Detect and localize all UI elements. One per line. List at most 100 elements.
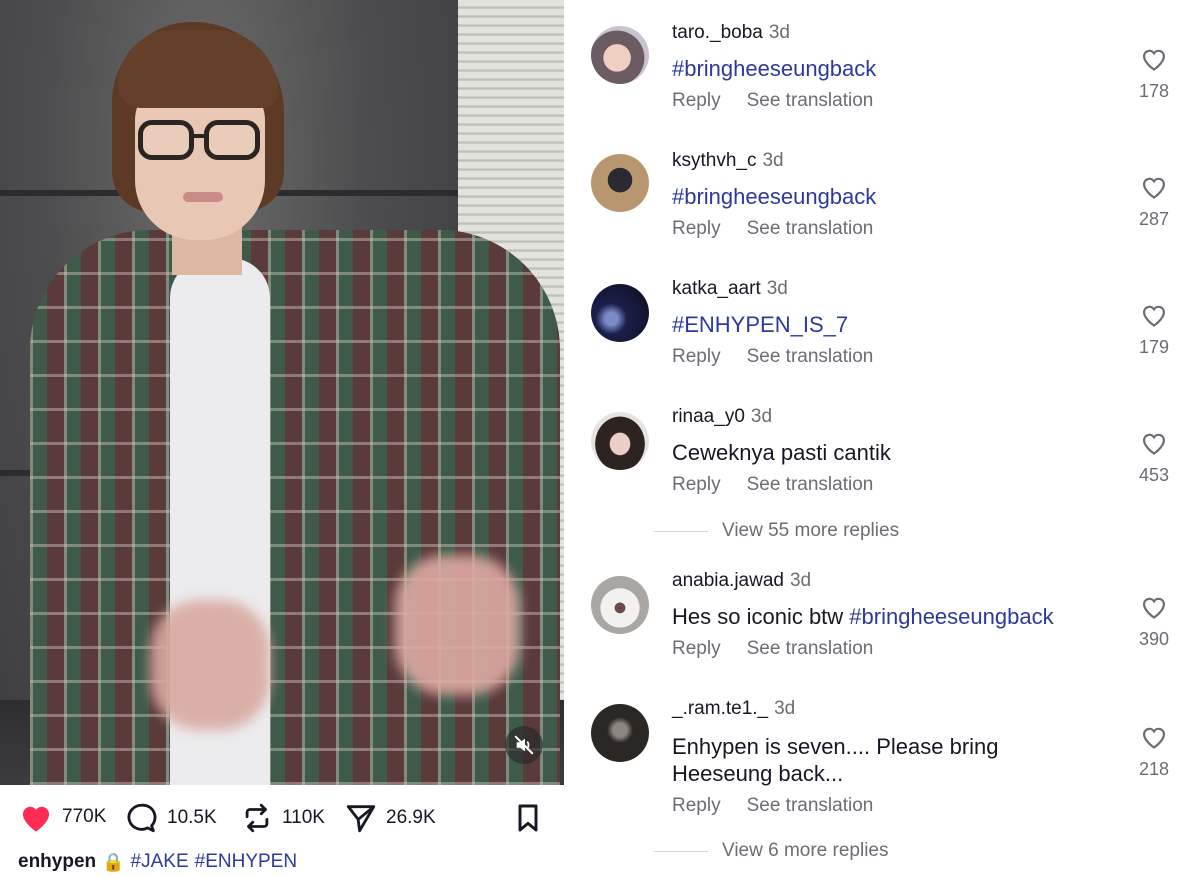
- comment-username[interactable]: _.ram.te1._: [672, 698, 768, 719]
- comment-text-line: Heeseung back...: [672, 761, 844, 786]
- comment-text-line: Enhypen is seven.... Please bring: [672, 734, 999, 759]
- comment-meta: Reply See translation: [672, 90, 873, 112]
- comment-like-button[interactable]: 287: [1124, 174, 1184, 230]
- mute-button[interactable]: [505, 726, 543, 764]
- see-translation-button[interactable]: See translation: [747, 218, 874, 239]
- heart-outline-icon: [1142, 433, 1166, 455]
- comment-meta: Reply See translation: [672, 638, 873, 660]
- speaker-muted-icon: [514, 735, 534, 755]
- view-more-replies[interactable]: View 6 more replies: [654, 840, 889, 862]
- comment-username-row: _.ram.te1._ 3d: [672, 698, 795, 720]
- bookmark-button[interactable]: [512, 801, 544, 835]
- comment-time: 3d: [750, 406, 773, 427]
- divider-line: [654, 850, 708, 852]
- comment-hashtag[interactable]: #bringheeseungback: [849, 604, 1053, 629]
- comment-like-count: 179: [1138, 337, 1170, 357]
- reply-button[interactable]: Reply: [672, 218, 721, 239]
- comment-hashtag[interactable]: #ENHYPEN_IS_7: [672, 312, 848, 337]
- comment-meta: Reply See translation: [672, 795, 873, 817]
- see-translation-button[interactable]: See translation: [747, 795, 874, 816]
- heart-outline-icon: [1142, 305, 1166, 327]
- comment-hashtag[interactable]: #bringheeseungback: [672, 184, 876, 209]
- reply-button[interactable]: Reply: [672, 346, 721, 367]
- repost-button[interactable]: 110K: [240, 801, 325, 835]
- heart-outline-icon: [1142, 727, 1166, 749]
- comment-text: Ceweknya pasti cantik: [672, 440, 891, 465]
- comment-time: 3d: [774, 698, 796, 719]
- caption-username[interactable]: enhypen: [18, 851, 96, 873]
- glasses-bridge: [192, 134, 206, 138]
- see-translation-button[interactable]: See translation: [747, 474, 874, 495]
- comment-time: 3d: [768, 22, 790, 43]
- comment-like-count: 453: [1138, 465, 1170, 485]
- heart-outline-icon: [1142, 177, 1166, 199]
- comment-like-button[interactable]: 178: [1124, 46, 1184, 102]
- avatar[interactable]: [591, 412, 649, 470]
- lock-icon: 🔒: [102, 851, 125, 872]
- comment-username[interactable]: anabia.jawad: [672, 570, 784, 591]
- comment-text: #ENHYPEN_IS_7: [672, 311, 1142, 338]
- caption-hashtag-enhypen[interactable]: #ENHYPEN: [195, 851, 297, 873]
- avatar[interactable]: [591, 576, 649, 634]
- divider-line: [654, 530, 708, 532]
- comment-meta: Reply See translation: [672, 474, 873, 496]
- comment-like-button[interactable]: 453: [1124, 430, 1184, 486]
- share-button[interactable]: 26.9K: [344, 801, 436, 835]
- comment-text: Hes so iconic btw #bringheeseungback: [672, 603, 1142, 630]
- share-count: 26.9K: [386, 807, 436, 828]
- reply-button[interactable]: Reply: [672, 474, 721, 495]
- comment-like-button[interactable]: 179: [1124, 302, 1184, 358]
- video-subject: [0, 0, 564, 785]
- right-hand: [395, 555, 520, 695]
- comment-hashtag[interactable]: #bringheeseungback: [672, 56, 876, 81]
- avatar[interactable]: [591, 284, 649, 342]
- comment-button[interactable]: 10.5K: [125, 801, 217, 835]
- repost-icon: [245, 803, 269, 833]
- left-hand: [150, 600, 270, 730]
- mouth: [183, 192, 223, 202]
- comment-username-row: ksythvh_c 3d: [672, 150, 784, 172]
- hair-fringe: [118, 30, 278, 108]
- comment-username[interactable]: taro._boba: [672, 22, 763, 43]
- comment-username-row: katka_aart 3d: [672, 278, 788, 300]
- view-more-replies-text: View 55 more replies: [722, 520, 900, 541]
- like-button[interactable]: 770K: [18, 801, 106, 833]
- reply-button[interactable]: Reply: [672, 795, 721, 816]
- comment-text: Enhypen is seven.... Please bring Heeseu…: [672, 733, 1142, 787]
- comment-username-row: rinaa_y0 3d: [672, 406, 772, 428]
- glasses-right-lens: [204, 120, 260, 160]
- like-count: 770K: [62, 806, 107, 827]
- comment-like-button[interactable]: 218: [1124, 724, 1184, 780]
- comment-count: 10.5K: [167, 807, 217, 828]
- view-more-replies-text: View 6 more replies: [722, 840, 889, 861]
- see-translation-button[interactable]: See translation: [747, 346, 874, 367]
- comment-like-count: 218: [1138, 759, 1170, 779]
- repost-count: 110K: [282, 807, 325, 828]
- comment-text: #bringheeseungback: [672, 183, 1142, 210]
- avatar[interactable]: [591, 154, 649, 212]
- avatar[interactable]: [591, 26, 649, 84]
- comment-meta: Reply See translation: [672, 346, 873, 368]
- comment-username-row: anabia.jawad 3d: [672, 570, 811, 592]
- comment-time: 3d: [789, 570, 812, 591]
- comment-bubble-icon: [127, 803, 157, 833]
- comment-like-button[interactable]: 390: [1124, 594, 1184, 650]
- comment-username[interactable]: ksythvh_c: [672, 150, 756, 171]
- see-translation-button[interactable]: See translation: [747, 638, 874, 659]
- heart-outline-icon: [1142, 597, 1166, 619]
- comment-meta: Reply See translation: [672, 218, 873, 240]
- view-more-replies[interactable]: View 55 more replies: [654, 520, 899, 542]
- avatar[interactable]: [591, 704, 649, 762]
- comments-panel: taro._boba 3d #bringheeseungback Reply See…: [564, 0, 1200, 877]
- video-player[interactable]: [0, 0, 564, 785]
- comment-like-count: 178: [1138, 81, 1170, 101]
- comment-like-count: 390: [1138, 629, 1170, 649]
- caption-hashtag-jake[interactable]: #JAKE: [131, 851, 189, 873]
- comment-username[interactable]: rinaa_y0: [672, 406, 745, 427]
- reply-button[interactable]: Reply: [672, 638, 721, 659]
- comment-text: #bringheeseungback: [672, 55, 1142, 82]
- see-translation-button[interactable]: See translation: [747, 90, 874, 111]
- reply-button[interactable]: Reply: [672, 90, 721, 111]
- comment-like-count: 287: [1138, 209, 1170, 229]
- comment-username[interactable]: katka_aart: [672, 278, 761, 299]
